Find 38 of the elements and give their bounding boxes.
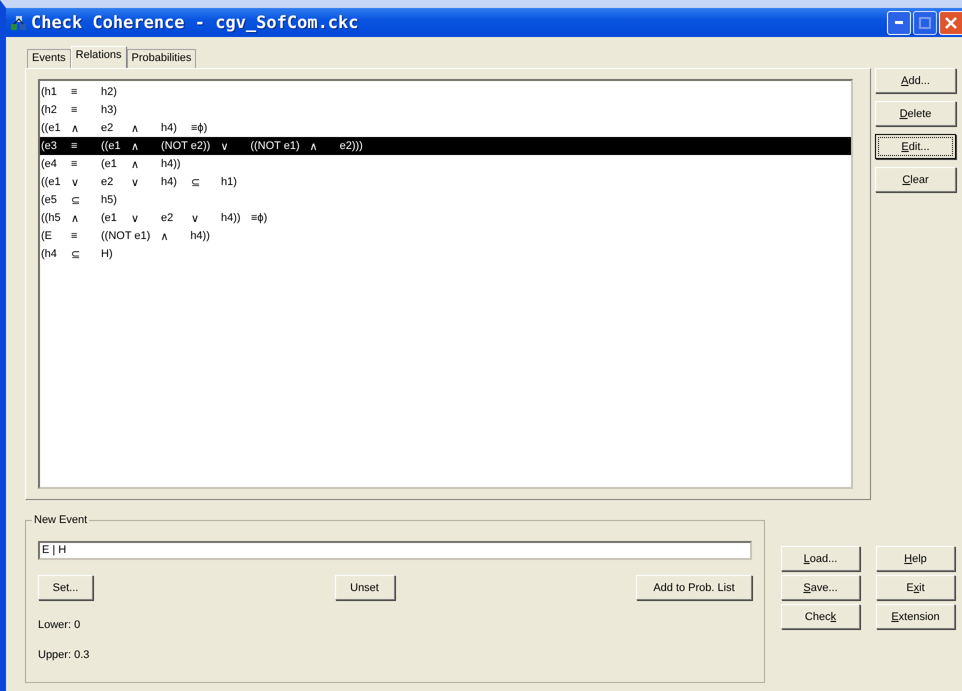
event-input-field[interactable]: E | H [38, 541, 752, 560]
dialog-button[interactable]: Check [781, 604, 860, 629]
relation-row[interactable]: (e5 ⊆ h5) [40, 191, 851, 209]
tab[interactable]: Probabilities [126, 49, 196, 68]
dialog-button[interactable]: Edit... [875, 134, 956, 159]
maximize-icon [919, 16, 931, 28]
unset-button[interactable]: Unset [334, 575, 394, 600]
upper-label: Upper: 0.3 [38, 649, 90, 661]
dialog-button[interactable]: Delete [875, 101, 956, 126]
tab[interactable]: Relations [70, 46, 126, 68]
relation-row[interactable]: (h2 ≡ h3) [40, 101, 851, 119]
dialog-button[interactable]: Exit [876, 575, 955, 600]
lower-label: Lower: 0 [38, 619, 82, 631]
relation-row[interactable]: (e3 ≡ ((e1 ∧ (NOT e2)) ∨ ((NOT e1) ∧ e2))) [40, 137, 851, 155]
app-icon [10, 14, 28, 30]
dialog-button[interactable]: Load... [781, 546, 860, 571]
dialog-button[interactable]: Help [876, 546, 955, 571]
relation-row[interactable]: (h1 ≡ h2) [40, 83, 851, 101]
relation-row[interactable]: (h4 ⊆ H) [40, 245, 851, 263]
dialog-button[interactable]: Add... [875, 68, 956, 93]
minimize-button[interactable] [887, 10, 911, 34]
tab[interactable]: Events [27, 49, 71, 68]
window-title: Check Coherence - cgv_SofCom.ckc [31, 12, 359, 32]
set-button[interactable]: Set... [38, 575, 93, 600]
maximize-button[interactable] [913, 10, 937, 34]
dialog-button[interactable]: Clear [875, 167, 956, 192]
close-icon [945, 16, 957, 28]
relation-row[interactable]: ((h5 ∧ (e1 ∨ e2 ∨ h4)) ≡ϕ) [40, 209, 851, 227]
dialog-button[interactable]: Extension [876, 604, 955, 629]
minimize-icon [895, 21, 903, 24]
group-label: New Event [32, 514, 90, 526]
add-to-list-button[interactable]: Add to Prob. List [636, 575, 752, 600]
relation-row[interactable]: ((e1 ∨ e2 ∨ h4) ⊆ h1) [40, 173, 851, 191]
relation-row[interactable]: (E ≡ ((NOT e1) ∧ h4)) [40, 227, 851, 245]
relation-row[interactable]: (e4 ≡ (e1 ∧ h4)) [40, 155, 851, 173]
relation-row[interactable]: ((e1 ∧ e2 ∧ h4) ≡ϕ) [40, 119, 851, 137]
dialog-button[interactable]: Save... [781, 575, 860, 600]
close-button[interactable] [939, 10, 962, 34]
